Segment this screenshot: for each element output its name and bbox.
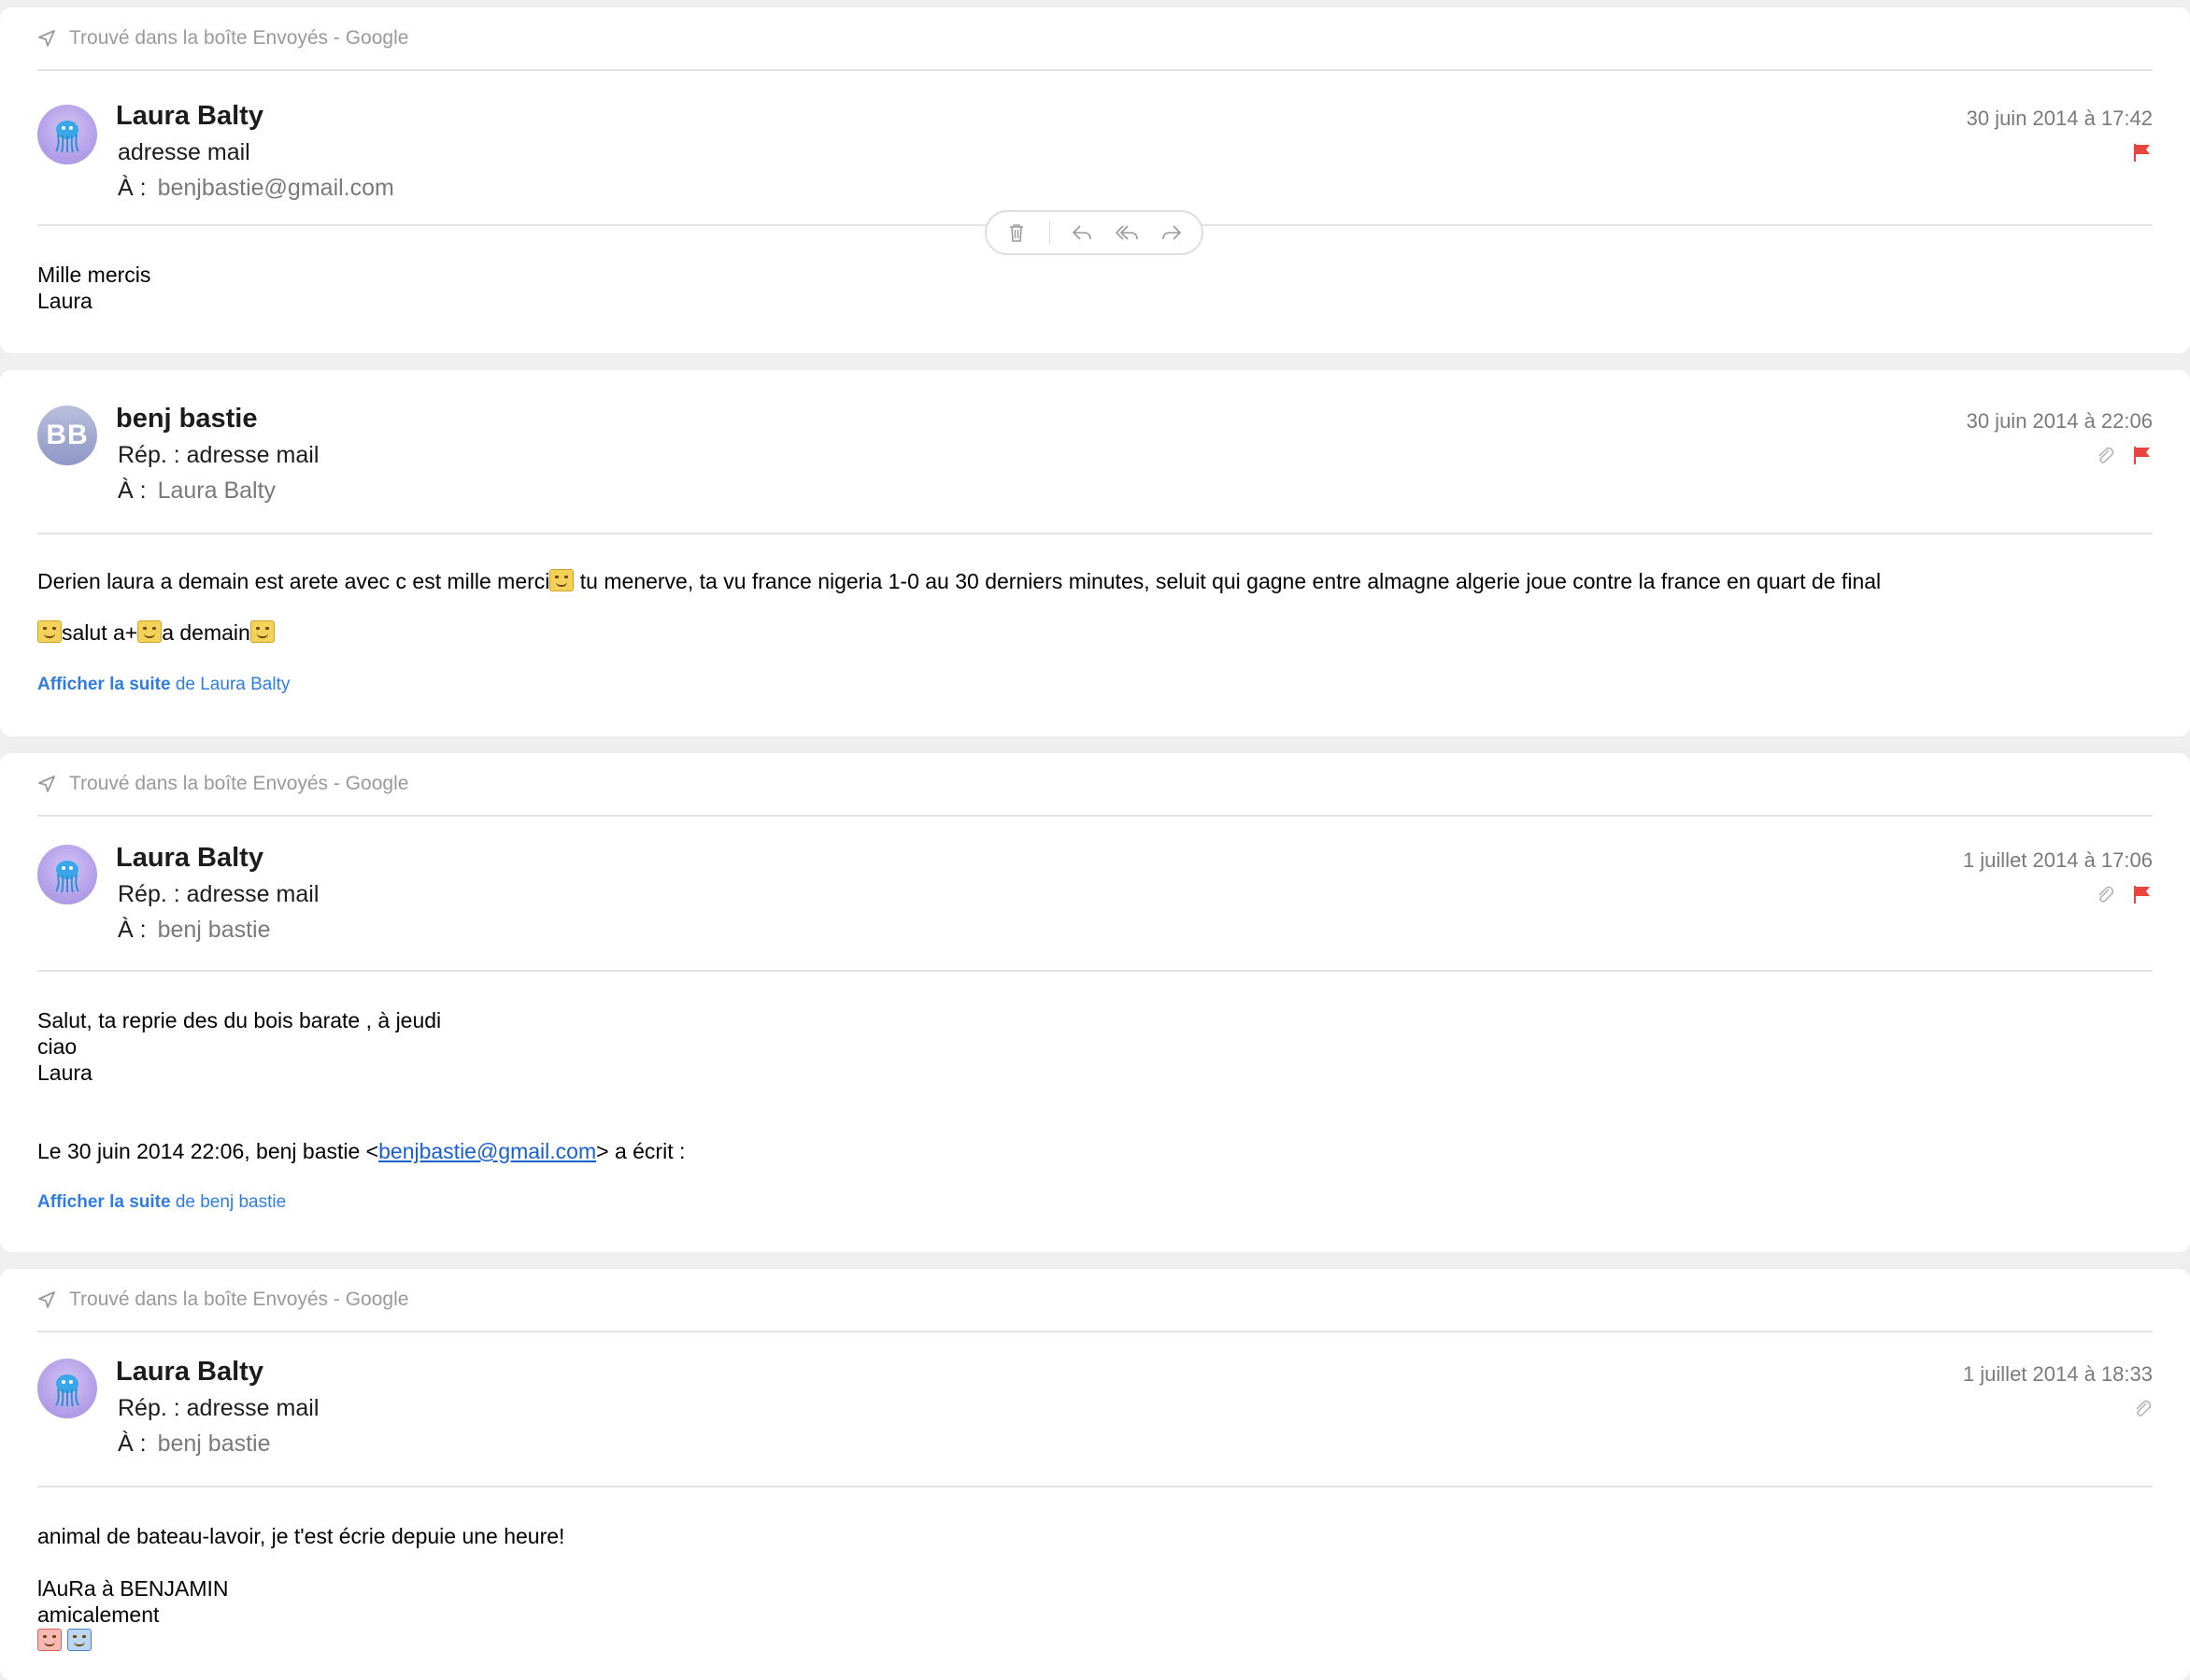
show-more-link[interactable]: Afficher la suite de benj bastie bbox=[37, 1192, 286, 1213]
show-more-rest: de Laura Balty bbox=[170, 675, 291, 694]
quote-suffix: > a écrit : bbox=[596, 1139, 686, 1163]
paperclip-icon[interactable] bbox=[2095, 445, 2115, 465]
body-text-a: salut a+ bbox=[62, 620, 138, 645]
message-body: Mille mercis Laura bbox=[37, 262, 2153, 314]
jellyfish-icon bbox=[55, 1374, 79, 1407]
smiley-emoji-icon bbox=[249, 620, 275, 643]
sent-folder-text: Trouvé dans la boîte Envoyés - Google bbox=[69, 773, 409, 794]
recipient-line: À : Laura Balty bbox=[118, 477, 276, 505]
quote-header: Le 30 juin 2014 22:06, benj bastie <benj… bbox=[37, 1138, 2153, 1164]
message-card-4[interactable]: Trouvé dans la boîte Envoyés - Google La… bbox=[0, 1269, 2190, 1680]
sender-name: benj bastie bbox=[116, 404, 258, 434]
message-card-1[interactable]: Trouvé dans la boîte Envoyés - Google La… bbox=[0, 7, 2190, 353]
body-paragraph: Derien laura a demain est arete avec c e… bbox=[37, 568, 2153, 594]
sent-folder-note: Trouvé dans la boîte Envoyés - Google bbox=[37, 7, 2153, 71]
avatar bbox=[37, 105, 97, 164]
show-more-bold: Afficher la suite bbox=[37, 1192, 171, 1212]
message-body: Derien laura a demain est arete avec c e… bbox=[37, 568, 2153, 646]
recipient[interactable]: benj bastie bbox=[158, 917, 271, 943]
jellyfish-icon bbox=[55, 861, 79, 893]
sender-name: Laura Balty bbox=[116, 101, 263, 131]
body-line: Salut, ta reprie des du bois barate , à … bbox=[37, 1008, 442, 1032]
body-text-a: Derien laura a demain est arete avec c e… bbox=[37, 569, 550, 593]
delete-button[interactable] bbox=[1004, 221, 1029, 245]
red-flag-icon[interactable] bbox=[2132, 884, 2153, 904]
date: 30 juin 2014 à 22:06 bbox=[1966, 409, 2153, 433]
smiley-emoji-icon bbox=[137, 620, 163, 643]
to-label: À : bbox=[118, 175, 147, 201]
header-divider bbox=[37, 533, 2153, 534]
reply-icon bbox=[1073, 225, 1092, 240]
body-line: lAuRa à BENJAMIN bbox=[37, 1576, 229, 1601]
recipient[interactable]: benj bastie bbox=[158, 1431, 271, 1457]
body-line: Laura bbox=[37, 1061, 92, 1085]
crying-emoji-icon bbox=[67, 1629, 92, 1651]
reply-all-icon bbox=[1116, 225, 1139, 240]
sent-folder-note: Trouvé dans la boîte Envoyés - Google bbox=[37, 753, 2153, 817]
date: 1 juillet 2014 à 17:06 bbox=[1962, 848, 2153, 872]
date: 1 juillet 2014 à 18:33 bbox=[1962, 1362, 2153, 1386]
forward-icon bbox=[1162, 225, 1181, 240]
subject: adresse mail bbox=[118, 139, 250, 165]
sent-folder-note: Trouvé dans la boîte Envoyés - Google bbox=[37, 1269, 2153, 1332]
sent-folder-text: Trouvé dans la boîte Envoyés - Google bbox=[69, 27, 409, 49]
paper-plane-icon bbox=[38, 776, 55, 792]
show-more-rest: de benj bastie bbox=[170, 1192, 287, 1212]
angry-emoji-icon bbox=[37, 1629, 62, 1651]
recipient[interactable]: Laura Balty bbox=[158, 477, 276, 504]
body-paragraph: salut a+ a demain bbox=[37, 619, 2153, 646]
smiley-emoji-icon bbox=[37, 620, 62, 643]
sent-folder-text: Trouvé dans la boîte Envoyés - Google bbox=[69, 1288, 409, 1310]
header-divider bbox=[37, 1486, 2153, 1488]
sender-name: Laura Balty bbox=[116, 843, 263, 873]
quote-email-link[interactable]: benjbastie@gmail.com bbox=[378, 1139, 596, 1163]
message-card-2[interactable]: BB benj bastie Rép. : adresse mail À : La… bbox=[0, 370, 2190, 736]
red-flag-icon[interactable] bbox=[2132, 142, 2153, 163]
message-body: Salut, ta reprie des du bois barate , à … bbox=[37, 1007, 2153, 1164]
to-label: À : bbox=[118, 477, 147, 504]
avatar bbox=[37, 1359, 97, 1418]
body-line: animal de bateau-lavoir, je t'est écrie … bbox=[37, 1524, 565, 1548]
sender-name: Laura Balty bbox=[116, 1357, 263, 1387]
show-more-bold: Afficher la suite bbox=[37, 675, 171, 694]
subject: Rép. : adresse mail bbox=[118, 1395, 320, 1421]
red-flag-icon[interactable] bbox=[2132, 445, 2153, 465]
forward-button[interactable] bbox=[1159, 221, 1184, 245]
body-line: ciao bbox=[37, 1034, 78, 1059]
recipient-line: À : benjbastie@gmail.com bbox=[118, 175, 394, 202]
paper-plane-icon bbox=[38, 30, 55, 47]
body-line: amicalement bbox=[37, 1602, 160, 1627]
header-divider bbox=[37, 970, 2153, 972]
smiley-emoji-icon bbox=[549, 569, 575, 591]
body-line: Laura bbox=[37, 289, 92, 313]
toolbar-separator bbox=[1048, 221, 1050, 245]
to-label: À : bbox=[118, 917, 147, 943]
reply-button[interactable] bbox=[1070, 221, 1094, 245]
reply-all-button[interactable] bbox=[1115, 221, 1139, 245]
quote-prefix: Le 30 juin 2014 22:06, benj bastie < bbox=[37, 1139, 379, 1163]
recipient-line: À : benj bastie bbox=[118, 917, 271, 944]
show-more-link[interactable]: Afficher la suite de Laura Balty bbox=[37, 675, 290, 695]
jellyfish-icon bbox=[55, 121, 79, 153]
paperclip-icon[interactable] bbox=[2132, 1398, 2153, 1418]
recipient[interactable]: benjbastie@gmail.com bbox=[158, 175, 394, 201]
message-body: animal de bateau-lavoir, je t'est écrie … bbox=[37, 1523, 2153, 1654]
paper-plane-icon bbox=[38, 1291, 55, 1308]
message-card-3[interactable]: Trouvé dans la boîte Envoyés - Google La… bbox=[0, 753, 2190, 1252]
message-toolbar bbox=[985, 210, 1203, 255]
body-line: Mille mercis bbox=[37, 263, 151, 287]
avatar: BB bbox=[37, 406, 97, 465]
recipient-line: À : benj bastie bbox=[118, 1431, 271, 1458]
subject: Rép. : adresse mail bbox=[118, 442, 320, 468]
avatar bbox=[37, 845, 97, 904]
trash-icon bbox=[1009, 224, 1023, 242]
emoji-line bbox=[37, 1628, 2153, 1654]
body-text-b: a demain bbox=[162, 620, 250, 645]
body-text-b: tu menerve, ta vu france nigeria 1-0 au … bbox=[574, 569, 1882, 593]
subject: Rép. : adresse mail bbox=[118, 881, 320, 907]
paperclip-icon[interactable] bbox=[2095, 884, 2115, 904]
to-label: À : bbox=[118, 1431, 147, 1457]
date: 30 juin 2014 à 17:42 bbox=[1966, 107, 2153, 130]
